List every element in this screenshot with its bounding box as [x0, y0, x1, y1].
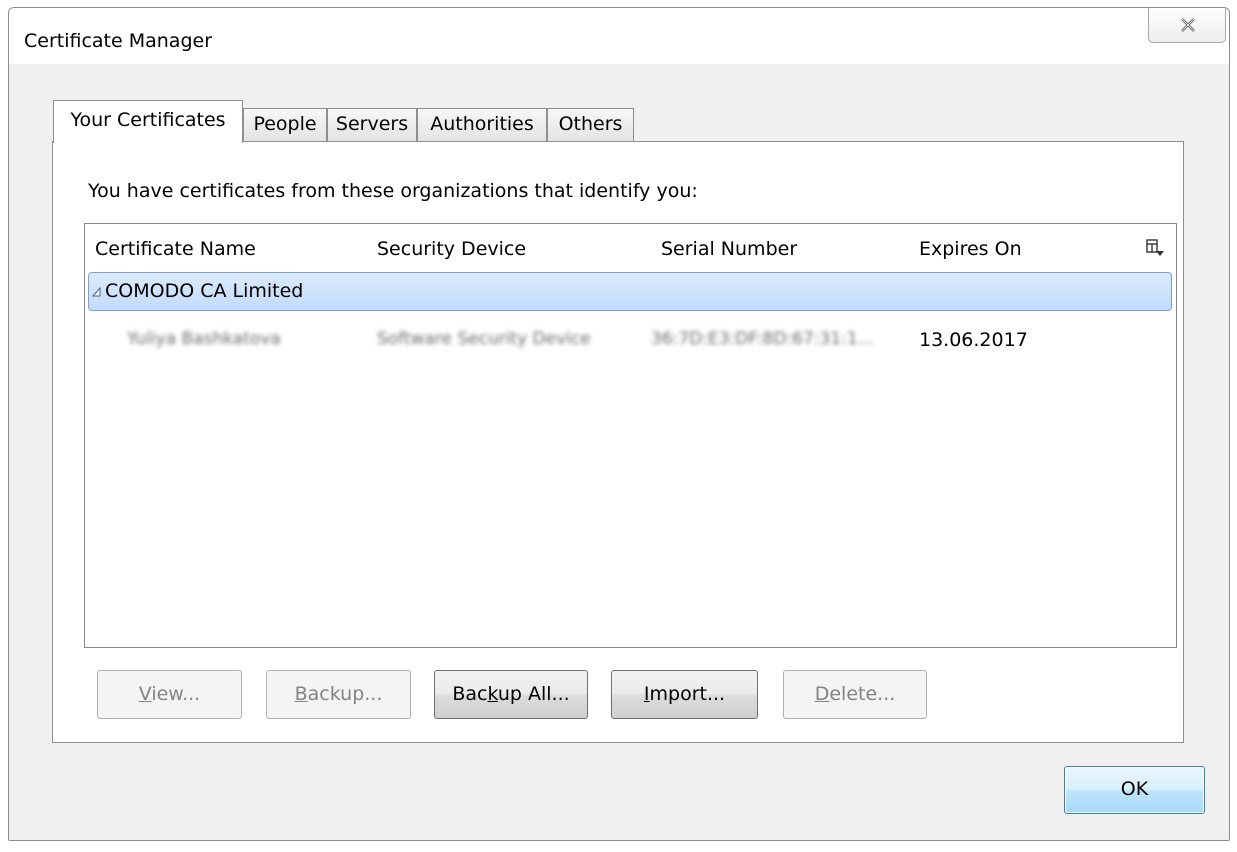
backup-button[interactable]: Backup...: [266, 670, 411, 719]
tree-group-label: COMODO CA Limited: [105, 280, 304, 302]
backup-all-button[interactable]: Backup All...: [434, 670, 588, 719]
close-icon: [1181, 18, 1195, 32]
dialog-title: Certificate Manager: [24, 30, 213, 52]
view-button-label: View...: [138, 683, 201, 705]
cell-serial-number: 36:7D:E3:DF:8D:67:31:1...: [651, 329, 874, 349]
tab-people[interactable]: People: [243, 108, 327, 142]
column-picker-icon[interactable]: [1144, 237, 1166, 259]
backup-all-button-label: Backup All...: [452, 683, 570, 705]
delete-button-label: Delete...: [814, 683, 896, 705]
panel-prompt: You have certificates from these organiz…: [88, 180, 698, 202]
close-button[interactable]: [1148, 8, 1226, 43]
column-header-security-device[interactable]: Security Device: [377, 238, 526, 260]
tab-your-certificates[interactable]: Your Certificates: [53, 100, 243, 143]
column-header-certificate-name[interactable]: Certificate Name: [95, 238, 256, 260]
ok-button[interactable]: OK: [1064, 766, 1205, 814]
tab-others[interactable]: Others: [547, 108, 634, 142]
column-header-expires-on[interactable]: Expires On: [919, 238, 1022, 260]
certificate-tree[interactable]: Certificate Name Security Device Serial …: [84, 223, 1177, 648]
certificate-manager-dialog: Certificate Manager Your Certificates Pe…: [8, 7, 1230, 841]
import-button-label: Import...: [643, 683, 726, 705]
import-button[interactable]: Import...: [611, 670, 758, 719]
delete-button[interactable]: Delete...: [783, 670, 927, 719]
view-button[interactable]: View...: [97, 670, 242, 719]
tree-group-row[interactable]: COMODO CA Limited: [88, 272, 1172, 311]
tab-panel: You have certificates from these organiz…: [52, 141, 1184, 743]
tab-authorities[interactable]: Authorities: [417, 108, 547, 142]
cell-certificate-name: Yuliya Bashkatova: [127, 329, 281, 349]
cell-security-device: Software Security Device: [377, 329, 591, 349]
title-bar: Certificate Manager: [9, 8, 1229, 64]
column-header-serial-number[interactable]: Serial Number: [661, 238, 797, 260]
cell-expires-on: 13.06.2017: [919, 329, 1028, 351]
backup-button-label: Backup...: [294, 683, 383, 705]
expand-triangle-icon[interactable]: [92, 286, 102, 298]
tab-servers[interactable]: Servers: [327, 108, 417, 142]
